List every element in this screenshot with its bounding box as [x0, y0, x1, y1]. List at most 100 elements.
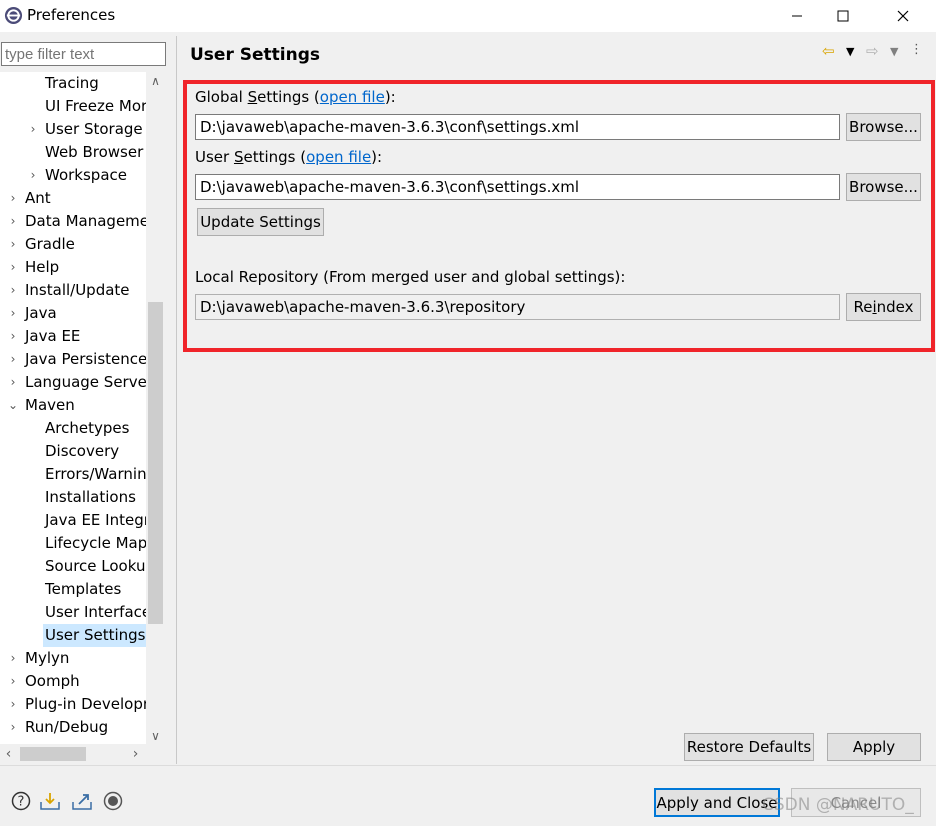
tree-vertical-scrollbar[interactable]: ∧ ∨ [146, 72, 165, 744]
close-button[interactable] [880, 0, 926, 32]
tree-item[interactable]: Lifecycle Map [45, 532, 146, 555]
scroll-up-icon[interactable]: ∧ [146, 72, 165, 89]
tree-item-label: Plug-in Developr [25, 695, 146, 713]
forward-dropdown-icon[interactable]: ▼ [890, 45, 898, 58]
collapsed-chevron-icon[interactable]: › [8, 371, 18, 394]
tree-item[interactable]: › Language Server [11, 371, 146, 394]
collapsed-chevron-icon[interactable]: › [8, 670, 18, 693]
close-icon [897, 10, 909, 22]
collapsed-chevron-icon[interactable]: › [8, 716, 18, 739]
user-open-file-link[interactable]: open file [306, 148, 371, 166]
user-label-text-3: ): [371, 148, 383, 166]
tree-item[interactable]: › Mylyn [11, 647, 70, 670]
collapsed-chevron-icon[interactable]: › [8, 348, 18, 371]
back-arrow-icon[interactable]: ⇦ [822, 42, 835, 60]
filter-input[interactable] [1, 42, 166, 66]
window-title: Preferences [27, 6, 116, 24]
collapsed-chevron-icon[interactable]: › [8, 187, 18, 210]
tree-item[interactable]: Tracing [45, 72, 99, 95]
view-menu-icon[interactable]: ⋮ [910, 42, 923, 57]
tree-item[interactable]: User Interface [45, 601, 146, 624]
tree-item-label: Java EE [25, 327, 81, 345]
collapsed-chevron-icon[interactable]: › [8, 302, 18, 325]
minimize-button[interactable] [774, 0, 820, 32]
reindex-text-2: ndex [876, 298, 914, 316]
browse-user-button[interactable]: Browse... [846, 173, 921, 201]
update-settings-button[interactable]: Update Settings [197, 208, 324, 236]
tree-item-label: User Settings [43, 624, 146, 647]
footer-divider [0, 765, 936, 766]
expanded-chevron-icon[interactable]: ⌄ [8, 394, 18, 417]
maximize-button[interactable] [820, 0, 866, 32]
import-icon[interactable] [39, 790, 61, 812]
global-settings-label: Global Settings (open file): [195, 88, 396, 106]
tree-item[interactable]: › Workspace [31, 164, 127, 187]
tree-item[interactable]: Source Looku [45, 555, 145, 578]
collapsed-chevron-icon[interactable]: › [28, 118, 38, 141]
tree-item[interactable]: › Oomph [11, 670, 80, 693]
global-label-text-3: ): [384, 88, 396, 106]
minimize-icon [792, 15, 802, 17]
tree-item-label: Mylyn [25, 649, 70, 667]
global-open-file-link[interactable]: open file [320, 88, 385, 106]
collapsed-chevron-icon[interactable]: › [8, 647, 18, 670]
scrollbar-thumb[interactable] [148, 302, 163, 624]
tree-item-label: UI Freeze Mor [45, 97, 146, 115]
eclipse-icon [4, 6, 23, 25]
navigation-controls: ⇦ ▼ ⇨ ▼ ⋮ [822, 42, 926, 62]
tree-item[interactable]: UI Freeze Mor [45, 95, 146, 118]
hscrollbar-thumb[interactable] [20, 747, 86, 761]
scroll-down-icon[interactable]: ∨ [146, 727, 165, 744]
tree-item[interactable]: › Data Manageme [11, 210, 146, 233]
forward-arrow-icon[interactable]: ⇨ [866, 42, 879, 60]
collapsed-chevron-icon[interactable]: › [8, 233, 18, 256]
tree-item[interactable]: › Java EE [11, 325, 81, 348]
global-settings-path-field[interactable]: D:\javaweb\apache-maven-3.6.3\conf\setti… [195, 114, 840, 140]
tree-item[interactable]: › Java [11, 302, 57, 325]
preference-tree[interactable]: Tracing UI Freeze Mor › User Storage Web Bro… [0, 72, 146, 744]
tree-item[interactable]: › Plug-in Developr [11, 693, 146, 716]
collapsed-chevron-icon[interactable]: › [8, 210, 18, 233]
tree-item[interactable]: Templates [45, 578, 121, 601]
tree-item[interactable]: Installations [45, 486, 136, 509]
tree-item-label: Installations [45, 488, 136, 506]
tree-item[interactable]: › User Storage [31, 118, 143, 141]
collapsed-chevron-icon[interactable]: › [8, 693, 18, 716]
tree-item[interactable]: › Help [11, 256, 60, 279]
collapsed-chevron-icon[interactable]: › [8, 256, 18, 279]
tree-item[interactable]: User Settings [43, 624, 146, 647]
reindex-button[interactable]: Re i ndex [846, 293, 921, 321]
help-icon[interactable]: ? [10, 790, 32, 812]
scroll-right-icon[interactable]: › [127, 744, 144, 764]
user-settings-path-field[interactable]: D:\javaweb\apache-maven-3.6.3\conf\setti… [195, 174, 840, 200]
tree-item[interactable]: Errors/Warnin [45, 463, 146, 486]
tree-item[interactable]: Web Browser [45, 141, 143, 164]
tree-item[interactable]: ⌄ Maven [8, 394, 75, 417]
apply-button[interactable]: Apply [827, 733, 921, 761]
scroll-left-icon[interactable]: ‹ [0, 744, 17, 764]
tree-item-label: User Interface [45, 603, 146, 621]
tree-item-label: Java EE Integra [45, 511, 146, 529]
tree-item[interactable]: › Java Persistence [11, 348, 146, 371]
tree-item[interactable]: › Ant [11, 187, 51, 210]
export-icon[interactable] [71, 790, 93, 812]
tree-horizontal-scrollbar[interactable]: ‹ › [0, 744, 146, 764]
tree-item-label: Web Browser [45, 143, 144, 161]
collapsed-chevron-icon[interactable]: › [8, 279, 18, 302]
tree-item[interactable]: › Gradle [11, 233, 75, 256]
browse-global-button[interactable]: Browse... [846, 113, 921, 141]
restore-defaults-button[interactable]: Restore Defaults [684, 733, 814, 761]
tree-item[interactable]: › Run/Debug [11, 716, 109, 739]
pane-divider[interactable] [176, 36, 177, 764]
user-label-text-2: ettings ( [243, 148, 307, 166]
back-dropdown-icon[interactable]: ▼ [846, 45, 854, 58]
collapsed-chevron-icon[interactable]: › [28, 164, 38, 187]
collapsed-chevron-icon[interactable]: › [8, 325, 18, 348]
tree-item[interactable]: › Install/Update [11, 279, 130, 302]
tree-item[interactable]: Discovery [45, 440, 119, 463]
tree-item-label: Workspace [45, 166, 127, 184]
tree-item[interactable]: Java EE Integra [45, 509, 146, 532]
tree-item[interactable]: Archetypes [45, 417, 129, 440]
record-icon[interactable] [102, 790, 124, 812]
svg-text:?: ? [18, 795, 25, 810]
